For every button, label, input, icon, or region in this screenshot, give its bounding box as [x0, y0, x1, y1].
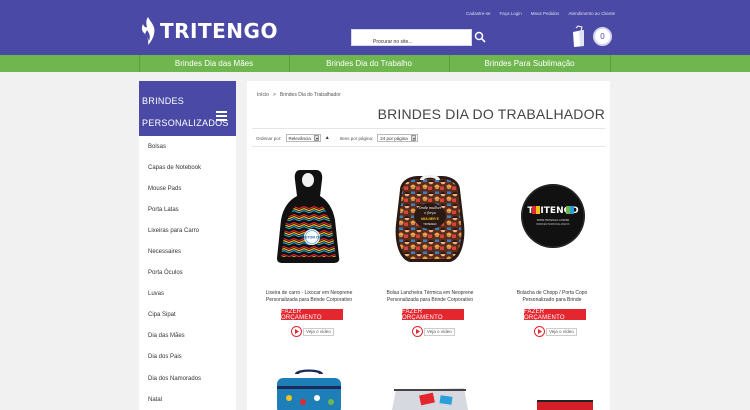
category-item-porta-oculos[interactable]: Porta Óculos — [139, 263, 236, 284]
shopping-bag-icon[interactable] — [572, 25, 585, 47]
request-quote-button[interactable]: FAZER ORÇAMENTO — [281, 309, 343, 321]
category-item-necessaires[interactable]: Necessaires — [139, 241, 236, 262]
category-item-lixeiras-carro[interactable]: Lixeiras para Carro — [139, 220, 236, 241]
breadcrumb-current: Brindes Dia do Trabalhador — [279, 92, 341, 98]
category-item-mouse-pads[interactable]: Mouse Pads — [139, 178, 236, 199]
product-image-caption: e força — [424, 211, 435, 215]
watch-video-link[interactable]: Veja o vídeo — [534, 326, 577, 337]
sidebar-header[interactable]: BRINDES PERSONALIZADOS — [139, 81, 236, 136]
login-link[interactable]: Faça Login — [500, 11, 522, 16]
category-item-natal[interactable]: Natal — [139, 389, 236, 410]
chevron-down-icon — [313, 135, 319, 141]
category-item-cipa-sipat[interactable]: Cipa Sipat — [139, 305, 236, 326]
play-video-icon — [534, 326, 545, 337]
category-item-luvas[interactable]: Luvas — [139, 284, 236, 305]
breadcrumb-separator: > — [272, 92, 276, 98]
watch-video-label: Veja o vídeo — [303, 327, 334, 336]
register-link[interactable]: Cadastre-se — [466, 11, 491, 16]
category-sidebar: BRINDES PERSONALIZADOS Bolsas Capas de N… — [139, 81, 236, 410]
customer-service-link[interactable]: Atendimento ao Cliente — [568, 11, 615, 16]
per-page-select-value: 24 por página — [380, 135, 408, 141]
nav-item-mothers-day[interactable]: Brindes Dia das Mães — [139, 55, 289, 72]
product-image-caption: TRITENGO — [423, 222, 436, 226]
listing-toolbar: Ordenar por: Relevância ▲ Itens por pági… — [256, 134, 418, 142]
product-image-caption: WWW.TRITENGO.COM.BR — [537, 218, 570, 222]
divider — [252, 146, 605, 147]
product-image-caption: BRINDES PERSONALIZADOS — [536, 223, 570, 226]
product-image-necessaire[interactable] — [380, 384, 480, 410]
play-video-icon — [291, 326, 302, 337]
my-orders-link[interactable]: Meus Pedidos — [531, 11, 560, 16]
search-icon[interactable] — [474, 31, 486, 43]
product-image-caption: MULHER E — [421, 217, 439, 221]
nav-item-sublimation[interactable]: Brindes Para Sublimação — [449, 55, 610, 72]
product-image-coaster[interactable]: TRITENGO WWW.TRITENGO.COM.BR BRINDES PER… — [502, 166, 602, 266]
product-image-red-case[interactable] — [533, 397, 598, 410]
sort-select-value: Relevância — [288, 135, 311, 141]
divider — [252, 128, 605, 129]
site-logo[interactable]: TRITENGO — [139, 17, 278, 45]
sort-direction-icon[interactable]: ▲ — [325, 135, 330, 141]
category-item-capas-notebook[interactable]: Capas de Notebook — [139, 157, 236, 178]
category-list: Bolsas Capas de Notebook Mouse Pads Port… — [139, 136, 236, 410]
sort-select[interactable]: Relevância — [285, 134, 321, 142]
watch-video-label: Veja o vídeo — [424, 327, 455, 336]
watch-video-link[interactable]: Veja o vídeo — [291, 326, 334, 337]
flame-logo-icon — [141, 17, 155, 45]
category-item-dia-das-maes[interactable]: Dia das Mães — [139, 326, 236, 347]
page-title: BRINDES DIA DO TRABALHADOR — [377, 106, 605, 122]
watch-video-link[interactable]: Veja o vídeo — [412, 326, 455, 337]
product-name[interactable]: Lixeira de carro - Lixocar em Neoprene P… — [259, 290, 359, 303]
product-image-caption: MOTOR CIÓ — [302, 235, 323, 240]
category-item-bolsas[interactable]: Bolsas — [139, 136, 236, 157]
per-page-select[interactable]: 24 por página — [377, 134, 418, 142]
sort-label: Ordenar por: — [256, 135, 282, 141]
nav-item-labor-day[interactable]: Brindes Dia do Trabalho — [289, 55, 449, 72]
per-page-label: Itens por página: — [339, 135, 374, 141]
search-box — [351, 29, 472, 50]
product-name[interactable]: Bolacha de Chopp / Porta Copo Personaliz… — [502, 290, 602, 303]
category-item-porta-latas[interactable]: Porta Latas — [139, 199, 236, 220]
request-quote-button[interactable]: FAZER ORÇAMENTO — [402, 309, 464, 321]
category-nav: Brindes Dia das Mães Brindes Dia do Trab… — [0, 55, 750, 72]
cart-count-badge[interactable]: 0 — [593, 27, 612, 46]
nav-divider — [610, 55, 611, 72]
product-name[interactable]: Bolsa Lancheira Térmica em Neoprene Pers… — [380, 290, 480, 303]
logo-wordmark: TRITENGO — [160, 19, 278, 43]
play-video-icon — [412, 326, 423, 337]
request-quote-button[interactable]: FAZER ORÇAMENTO — [524, 309, 586, 321]
category-item-dia-dos-pais[interactable]: Dia dos Pais — [139, 347, 236, 368]
product-listing: Início > Brindes Dia do Trabalhador BRIN… — [247, 81, 610, 410]
product-image-lixocar[interactable]: MOTOR CIÓ — [259, 166, 359, 266]
product-image-notebook-bag[interactable] — [259, 368, 359, 410]
account-links: Cadastre-se Faça Login Meus Pedidos Aten… — [466, 11, 615, 16]
product-image-lunch-bag[interactable]: Onde mulher e força MULHER E TRITENGO — [380, 166, 480, 266]
sidebar-title: BRINDES PERSONALIZADOS — [142, 96, 229, 128]
hamburger-menu-icon[interactable] — [216, 111, 227, 121]
search-input[interactable] — [352, 34, 471, 50]
watch-video-label: Veja o vídeo — [546, 327, 577, 336]
site-header: TRITENGO Cadastre-se Faça Login Meus Ped… — [0, 0, 750, 55]
category-item-dia-dos-namorados[interactable]: Dia dos Namorados — [139, 368, 236, 389]
breadcrumb: Início > Brindes Dia do Trabalhador — [257, 92, 341, 98]
product-image-caption: Onde mulher — [419, 206, 442, 210]
chevron-down-icon — [410, 135, 416, 141]
breadcrumb-home-link[interactable]: Início — [257, 92, 269, 98]
